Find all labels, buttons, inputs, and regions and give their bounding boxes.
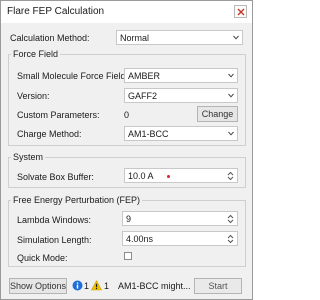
- info-count: 1: [84, 281, 90, 291]
- quick-mode-label: Quick Mode:: [17, 253, 68, 263]
- warning-count: 1: [104, 281, 110, 291]
- solvate-box-buffer-value: 10.0 A: [128, 171, 154, 181]
- quick-mode-checkbox[interactable]: [124, 252, 132, 260]
- close-icon: [237, 8, 245, 16]
- spin-arrows-icon[interactable]: [227, 171, 234, 181]
- spin-arrows-icon[interactable]: [227, 214, 234, 224]
- show-options-button[interactable]: Show Options: [9, 278, 67, 294]
- close-button[interactable]: [234, 5, 247, 18]
- chevron-down-icon: [228, 131, 234, 136]
- chevron-down-icon: [228, 73, 234, 78]
- info-icon[interactable]: [72, 280, 83, 291]
- custom-parameters-count: 0: [124, 110, 130, 120]
- status-message[interactable]: AM1-BCC might...: [118, 281, 191, 291]
- charge-method-value: AM1-BCC: [128, 129, 169, 139]
- small-molecule-ff-select[interactable]: AMBER: [124, 68, 238, 83]
- charge-method-label: Charge Method:: [17, 129, 82, 139]
- custom-parameters-label: Custom Parameters:: [17, 110, 100, 120]
- calculation-method-select[interactable]: Normal: [116, 30, 243, 45]
- change-button[interactable]: Change: [197, 106, 238, 122]
- solvate-box-buffer-label: Solvate Box Buffer:: [17, 172, 94, 182]
- lambda-windows-input[interactable]: 9: [122, 211, 238, 226]
- solvate-box-buffer-input[interactable]: 10.0 A: [124, 168, 238, 183]
- version-select[interactable]: GAFF2: [124, 88, 238, 103]
- force-field-group-title: Force Field: [11, 49, 61, 59]
- start-button[interactable]: Start: [194, 278, 242, 294]
- calculation-method-value: Normal: [120, 33, 150, 43]
- dialog-window: Flare FEP Calculation Calculation Method…: [0, 0, 253, 300]
- version-label: Version:: [17, 91, 50, 101]
- fep-group-title: Free Energy Perturbation (FEP): [11, 195, 143, 205]
- warning-icon[interactable]: [91, 280, 102, 291]
- small-molecule-ff-label: Small Molecule Force Field:: [17, 71, 129, 81]
- simulation-length-value: 4.00ns: [126, 234, 154, 244]
- lambda-windows-value: 9: [126, 214, 132, 224]
- required-indicator-icon: [167, 175, 170, 178]
- simulation-length-label: Simulation Length:: [17, 235, 92, 245]
- lambda-windows-label: Lambda Windows:: [17, 215, 92, 225]
- window-title: Flare FEP Calculation: [7, 6, 105, 17]
- small-molecule-ff-value: AMBER: [128, 71, 161, 81]
- simulation-length-input[interactable]: 4.00ns: [122, 231, 238, 246]
- chevron-down-icon: [233, 35, 239, 40]
- system-group-title: System: [11, 152, 46, 162]
- charge-method-select[interactable]: AM1-BCC: [124, 126, 238, 141]
- title-bar: Flare FEP Calculation: [1, 1, 252, 23]
- chevron-down-icon: [228, 93, 234, 98]
- spin-arrows-icon[interactable]: [227, 234, 234, 244]
- calculation-method-label: Calculation Method:: [10, 33, 90, 43]
- version-value: GAFF2: [128, 91, 158, 101]
